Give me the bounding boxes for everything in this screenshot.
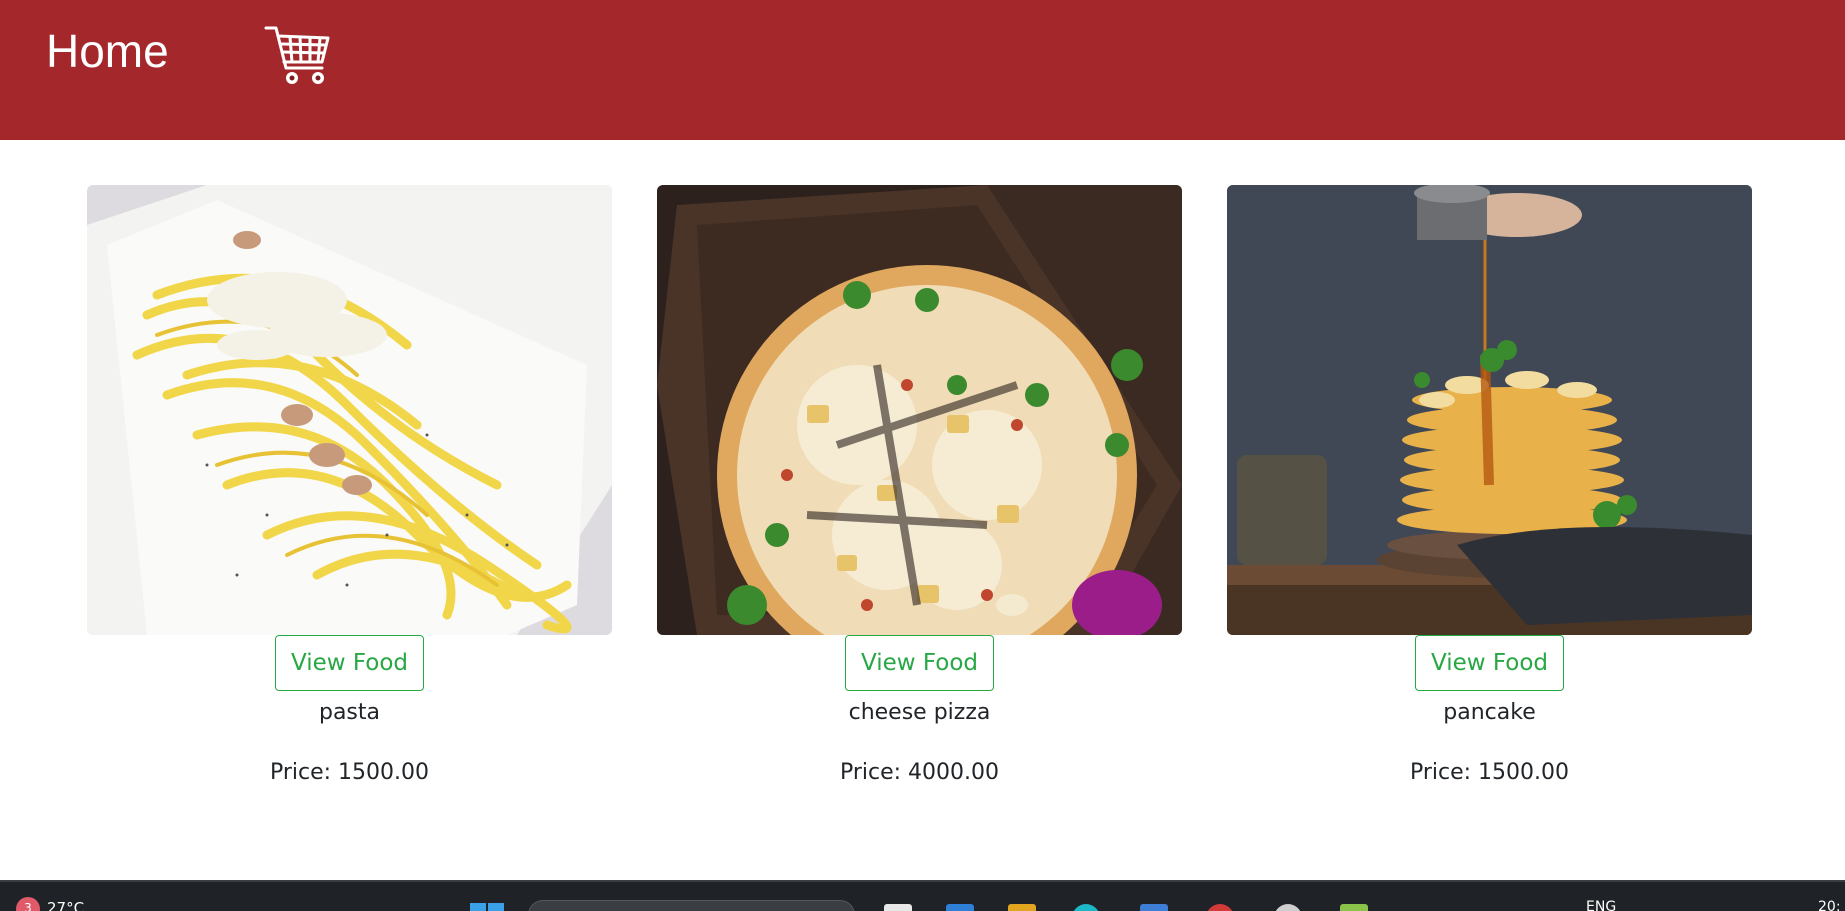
browser-icon[interactable] bbox=[1072, 904, 1100, 911]
edge-icon[interactable] bbox=[946, 904, 974, 911]
food-name: cheese pizza bbox=[848, 700, 991, 725]
store-icon[interactable] bbox=[1140, 904, 1168, 911]
food-card-pasta: View Food pasta Price: 1500.00 bbox=[87, 185, 612, 787]
page: Home View Food pasta Price: 1500.00 View… bbox=[0, 0, 1845, 911]
windows-start-icon[interactable] bbox=[470, 903, 506, 911]
food-card-cheese-pizza: View Food cheese pizza Price: 4000.00 bbox=[657, 185, 1182, 787]
food-price: Price: 4000.00 bbox=[839, 760, 1000, 785]
pizza-photo bbox=[657, 185, 1182, 635]
food-name: pasta bbox=[318, 700, 380, 725]
view-food-button[interactable]: View Food bbox=[1415, 635, 1564, 691]
app-icon[interactable] bbox=[1340, 904, 1368, 911]
top-navbar: Home bbox=[0, 0, 1845, 140]
weather-temperature[interactable]: 27°C bbox=[47, 899, 84, 911]
folder-icon[interactable] bbox=[1008, 904, 1036, 911]
food-card-pancake: View Food pancake Price: 1500.00 bbox=[1227, 185, 1752, 787]
shopping-cart-icon bbox=[264, 26, 330, 84]
view-food-button[interactable]: View Food bbox=[275, 635, 424, 691]
weather-badge[interactable]: 3 bbox=[16, 897, 40, 911]
chrome-icon[interactable] bbox=[1206, 904, 1234, 911]
file-icon[interactable] bbox=[884, 904, 912, 911]
app-icon[interactable] bbox=[1274, 904, 1302, 911]
language-indicator[interactable]: ENG bbox=[1586, 899, 1616, 911]
food-price: Price: 1500.00 bbox=[269, 760, 430, 785]
cart-link[interactable] bbox=[262, 22, 334, 90]
pasta-photo bbox=[87, 185, 612, 635]
view-food-button[interactable]: View Food bbox=[845, 635, 994, 691]
home-link[interactable]: Home bbox=[46, 25, 169, 77]
taskbar-search-input[interactable] bbox=[528, 900, 855, 911]
pancake-photo bbox=[1227, 185, 1752, 635]
food-price: Price: 1500.00 bbox=[1409, 760, 1570, 785]
taskbar-clock[interactable]: 20: bbox=[1818, 899, 1841, 911]
windows-taskbar: 3 27°C ENG 20: bbox=[0, 880, 1845, 911]
food-name: pancake bbox=[1443, 700, 1536, 725]
